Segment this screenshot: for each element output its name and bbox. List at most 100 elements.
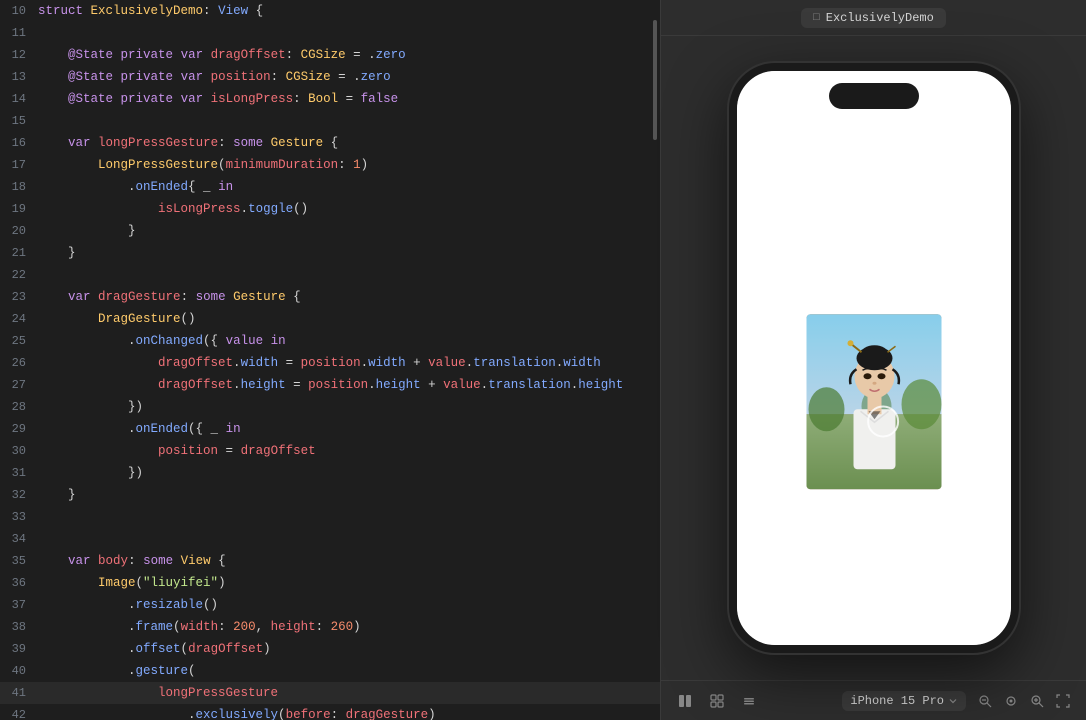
line-content: var body: some View { (38, 550, 660, 572)
line-content (38, 22, 660, 44)
code-line: 11 (0, 22, 660, 44)
line-content: } (38, 484, 660, 506)
zoom-fit-button[interactable] (1052, 690, 1074, 712)
line-number: 29 (0, 418, 38, 440)
line-content: }) (38, 462, 660, 484)
line-number: 15 (0, 110, 38, 132)
phone-frame (729, 63, 1019, 653)
line-number: 22 (0, 264, 38, 286)
grid-button[interactable] (705, 689, 729, 713)
line-content (38, 506, 660, 528)
code-line: 35 var body: some View { (0, 550, 660, 572)
code-line: 27 dragOffset.height = position.height +… (0, 374, 660, 396)
code-editor[interactable]: 10struct ExclusivelyDemo: View {11 12 @S… (0, 0, 660, 720)
portrait-svg (806, 314, 941, 489)
code-line: 15 (0, 110, 660, 132)
line-content: DragGesture() (38, 308, 660, 330)
line-number: 26 (0, 352, 38, 374)
line-number: 13 (0, 66, 38, 88)
line-content: dragOffset.width = position.width + valu… (38, 352, 660, 374)
line-number: 40 (0, 660, 38, 682)
line-number: 18 (0, 176, 38, 198)
preview-tab[interactable]: □ ExclusivelyDemo (801, 8, 946, 28)
code-line: 29 .onEnded({ _ in (0, 418, 660, 440)
code-line: 40 .gesture( (0, 660, 660, 682)
phone-viewport (661, 36, 1086, 680)
line-content: .resizable() (38, 594, 660, 616)
editor-scrollbar[interactable] (652, 0, 658, 720)
line-number: 42 (0, 704, 38, 720)
line-content: .exclusively(before: dragGesture) (38, 704, 660, 720)
preview-topbar: □ ExclusivelyDemo (661, 0, 1086, 36)
device-selector[interactable]: iPhone 15 Pro (842, 691, 966, 711)
line-content (38, 264, 660, 286)
line-number: 38 (0, 616, 38, 638)
line-number: 32 (0, 484, 38, 506)
line-number: 41 (0, 682, 38, 704)
code-line: 36 Image("liuyifei") (0, 572, 660, 594)
tab-icon: □ (813, 12, 820, 24)
zoom-controls (974, 690, 1074, 712)
code-line: 25 .onChanged({ value in (0, 330, 660, 352)
code-line: 39 .offset(dragOffset) (0, 638, 660, 660)
code-line: 20 } (0, 220, 660, 242)
line-number: 14 (0, 88, 38, 110)
line-content: }) (38, 396, 660, 418)
code-line: 12 @State private var dragOffset: CGSize… (0, 44, 660, 66)
portrait-image (806, 314, 941, 489)
code-line: 10struct ExclusivelyDemo: View { (0, 0, 660, 22)
line-content: .frame(width: 200, height: 260) (38, 616, 660, 638)
line-content (38, 110, 660, 132)
code-line: 37 .resizable() (0, 594, 660, 616)
code-line: 42 .exclusively(before: dragGesture) (0, 704, 660, 720)
code-line: 19 isLongPress.toggle() (0, 198, 660, 220)
line-number: 27 (0, 374, 38, 396)
code-line: 26 dragOffset.width = position.width + v… (0, 352, 660, 374)
code-line: 24 DragGesture() (0, 308, 660, 330)
tab-label: ExclusivelyDemo (826, 11, 934, 25)
line-content: var dragGesture: some Gesture { (38, 286, 660, 308)
line-content: @State private var position: CGSize = .z… (38, 66, 660, 88)
line-content: dragOffset.height = position.height + va… (38, 374, 660, 396)
line-number: 36 (0, 572, 38, 594)
line-content: .onChanged({ value in (38, 330, 660, 352)
line-content: @State private var isLongPress: Bool = f… (38, 88, 660, 110)
line-number: 31 (0, 462, 38, 484)
code-line: 22 (0, 264, 660, 286)
line-content: struct ExclusivelyDemo: View { (38, 0, 660, 22)
line-number: 30 (0, 440, 38, 462)
line-content: } (38, 242, 660, 264)
line-number: 39 (0, 638, 38, 660)
line-number: 19 (0, 198, 38, 220)
code-line: 34 (0, 528, 660, 550)
code-line: 31 }) (0, 462, 660, 484)
line-content: @State private var dragOffset: CGSize = … (38, 44, 660, 66)
code-line: 21 } (0, 242, 660, 264)
line-number: 23 (0, 286, 38, 308)
code-line: 18 .onEnded{ _ in (0, 176, 660, 198)
code-content: 10struct ExclusivelyDemo: View {11 12 @S… (0, 0, 660, 720)
line-content: position = dragOffset (38, 440, 660, 462)
code-line: 33 (0, 506, 660, 528)
preview-toolbar: iPhone 15 Pro (661, 680, 1086, 720)
code-line: 16 var longPressGesture: some Gesture { (0, 132, 660, 154)
zoom-plus-button[interactable] (1026, 690, 1048, 712)
line-number: 12 (0, 44, 38, 66)
line-content: .onEnded{ _ in (38, 176, 660, 198)
line-content: LongPressGesture(minimumDuration: 1) (38, 154, 660, 176)
code-line: 32 } (0, 484, 660, 506)
line-content: longPressGesture (38, 682, 660, 704)
line-content: .gesture( (38, 660, 660, 682)
zoom-reset-button[interactable] (1000, 690, 1022, 712)
play-button[interactable] (673, 689, 697, 713)
scrollbar-thumb[interactable] (653, 20, 657, 140)
line-number: 34 (0, 528, 38, 550)
settings-button[interactable] (737, 689, 761, 713)
line-number: 20 (0, 220, 38, 242)
phone-screen (737, 71, 1011, 645)
device-name-label: iPhone 15 Pro (850, 694, 944, 708)
line-number: 17 (0, 154, 38, 176)
line-content: Image("liuyifei") (38, 572, 660, 594)
line-content: .onEnded({ _ in (38, 418, 660, 440)
zoom-minus-button[interactable] (974, 690, 996, 712)
